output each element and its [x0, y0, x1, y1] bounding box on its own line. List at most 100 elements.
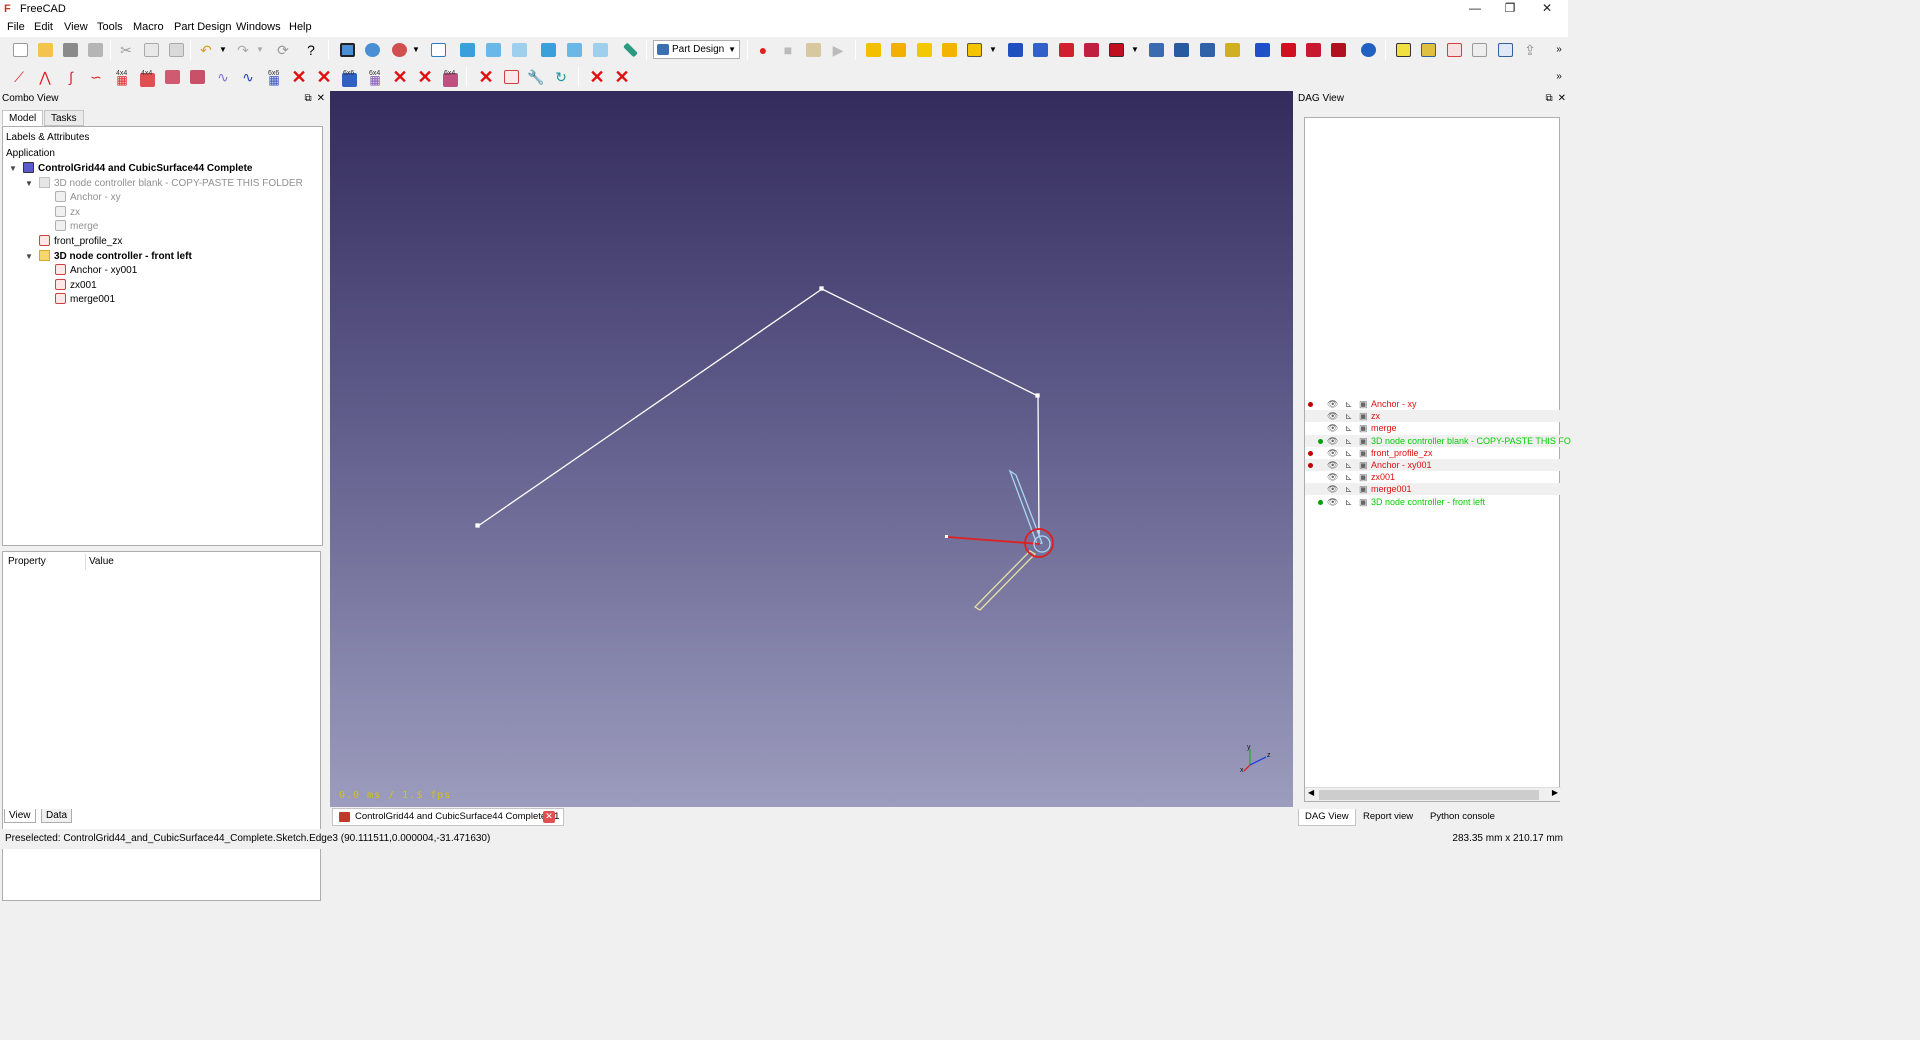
dag-row[interactable]: 👁 ⊾ ▣ merge	[1305, 422, 1561, 434]
export-icon[interactable]: ⇪	[1519, 39, 1541, 61]
menu-macro[interactable]: Macro	[133, 21, 164, 33]
record-macro-icon[interactable]: ●	[752, 39, 774, 61]
cut-icon[interactable]: ✂	[115, 39, 137, 61]
tree-item[interactable]: merge001	[55, 293, 115, 307]
tree-item[interactable]: ▼ ControlGrid44 and CubicSurface44 Comple…	[9, 162, 253, 176]
pocket-icon[interactable]	[1004, 39, 1026, 61]
visibility-icon[interactable]: 👁 ⊾ ▣	[1327, 410, 1369, 422]
wrench-icon[interactable]: 🔧	[525, 66, 547, 88]
fit-selection-icon[interactable]	[361, 39, 383, 61]
surface-b-icon[interactable]	[186, 66, 208, 88]
visibility-icon[interactable]: 👁 ⊾ ▣	[1327, 483, 1369, 495]
visibility-icon[interactable]: 👁 ⊾ ▣	[1327, 398, 1369, 410]
document-tab[interactable]: ControlGrid44 and CubicSurface44 Complet…	[332, 808, 564, 826]
restore-button[interactable]: ❐	[1490, 0, 1530, 19]
revolution-icon[interactable]	[913, 39, 935, 61]
fillet-icon[interactable]	[1251, 39, 1273, 61]
refresh-icon[interactable]: ⟳	[272, 39, 294, 61]
macro-tool-3-icon[interactable]	[1443, 39, 1465, 61]
multitransform-icon[interactable]	[1221, 39, 1243, 61]
menu-edit[interactable]: Edit	[34, 21, 53, 33]
delete-5-icon[interactable]: ✕	[475, 66, 497, 88]
dag-graph[interactable]: 👁 ⊾ ▣ Anchor - xy 👁 ⊾ ▣ zx 👁 ⊾ ▣ merge 👁 ⊾ ▣ 3D…	[1304, 117, 1571, 802]
menu-view[interactable]: View	[64, 21, 88, 33]
scroll-left-icon[interactable]: ◀	[1308, 788, 1314, 797]
macro-tool-5-icon[interactable]	[1494, 39, 1516, 61]
3d-viewport[interactable]: 0.0 ms / 1.$ fps y z x	[330, 91, 1293, 807]
open-icon[interactable]	[34, 39, 56, 61]
dag-row[interactable]: 👁 ⊾ ▣ 3D node controller blank - COPY-PAS…	[1305, 434, 1571, 447]
redo-dropdown-icon[interactable]: ▼	[249, 39, 271, 61]
tree-item[interactable]: zx001	[55, 278, 97, 293]
additive-loft-icon[interactable]	[938, 39, 960, 61]
menu-file[interactable]: File	[7, 21, 25, 33]
grid-6x6-icon[interactable]: 6x6 ▦	[263, 66, 285, 88]
tab-tasks[interactable]: Tasks	[44, 110, 84, 126]
scroll-right-icon[interactable]: ▶	[1552, 788, 1558, 797]
minimize-button[interactable]: —	[1455, 0, 1495, 19]
tree-item[interactable]: Anchor - xy001	[55, 264, 137, 278]
subtractive-dropdown-icon[interactable]: ▼	[1124, 39, 1146, 61]
paste-icon[interactable]	[165, 39, 187, 61]
delete-1-icon[interactable]: ✕	[288, 66, 310, 88]
print-icon[interactable]	[84, 39, 106, 61]
tab-model[interactable]: Model	[2, 110, 44, 126]
toolbar2-overflow-icon[interactable]: »	[1548, 66, 1570, 88]
dag-row[interactable]: 👁 ⊾ ▣ Anchor - xy	[1305, 398, 1561, 410]
bezier-line-icon[interactable]: ⟋	[8, 66, 30, 88]
cubic-curve-2-icon[interactable]: ∽	[85, 66, 107, 88]
macro-tool-4-icon[interactable]	[1468, 39, 1490, 61]
visibility-icon[interactable]: 👁 ⊾ ▣	[1327, 496, 1369, 508]
dag-row[interactable]: 👁 ⊾ ▣ front_profile_zx	[1305, 447, 1561, 459]
thickness-icon[interactable]	[1327, 39, 1349, 61]
view-rear-icon[interactable]	[537, 39, 559, 61]
close-button[interactable]: ✕	[1527, 0, 1567, 19]
delete-3-icon[interactable]: ✕	[389, 66, 411, 88]
close-tab-icon[interactable]: ✕	[543, 811, 555, 823]
menu-help[interactable]: Help	[289, 21, 312, 33]
tree-item[interactable]: Anchor - xy	[55, 191, 121, 205]
tab-dag-view[interactable]: DAG View	[1298, 809, 1356, 826]
hole-icon[interactable]	[1029, 39, 1051, 61]
menu-windows[interactable]: Windows	[236, 21, 281, 33]
horizontal-scrollbar[interactable]: ◀ ▶	[1305, 787, 1561, 801]
mirrored-icon[interactable]	[1145, 39, 1167, 61]
whats-this-icon[interactable]: ?	[300, 39, 322, 61]
macro-tool-1-icon[interactable]	[1392, 39, 1414, 61]
copy-icon[interactable]	[140, 39, 162, 61]
polar-pattern-icon[interactable]	[1196, 39, 1218, 61]
groove-icon[interactable]	[1055, 39, 1077, 61]
tab-python-console[interactable]: Python console	[1424, 809, 1501, 826]
grid-4x4-icon[interactable]: 4x4 ▦	[111, 66, 133, 88]
curve-blue-icon[interactable]: ∿	[237, 66, 259, 88]
measure-icon[interactable]	[619, 39, 641, 61]
grid-6x4-icon[interactable]: 6x4 ▦	[364, 66, 386, 88]
pad-icon[interactable]	[887, 39, 909, 61]
chamfer-icon[interactable]	[1277, 39, 1299, 61]
close-icon[interactable]: ✕	[317, 93, 325, 104]
cubic-curve-icon[interactable]: ∫	[60, 66, 82, 88]
tree-item[interactable]: zx	[55, 205, 80, 220]
view-front-icon[interactable]	[456, 39, 478, 61]
new-document-icon[interactable]	[9, 39, 31, 61]
dag-row[interactable]: 👁 ⊾ ▣ zx001	[1305, 471, 1561, 483]
workbench-selector[interactable]: Part Design ▼	[653, 40, 740, 59]
menu-tools[interactable]: Tools	[97, 21, 123, 33]
surface-4x4-icon[interactable]: 4x4	[136, 66, 158, 88]
expand-arrow-icon[interactable]: ▼	[9, 162, 17, 176]
sketch-tool-icon[interactable]	[500, 66, 522, 88]
draw-style-dropdown-icon[interactable]: ▼	[405, 39, 427, 61]
save-icon[interactable]	[59, 39, 81, 61]
dag-row[interactable]: 👁 ⊾ ▣ 3D node controller - front left	[1305, 496, 1561, 508]
surface-6x6-icon[interactable]: 6x6	[338, 66, 360, 88]
delete-2-icon[interactable]: ✕	[313, 66, 335, 88]
surface-6x4-icon[interactable]: 6x4	[439, 66, 461, 88]
draft-icon[interactable]	[1302, 39, 1324, 61]
stop-macro-icon[interactable]: ■	[777, 39, 799, 61]
float-icon[interactable]: ⧉	[1545, 93, 1552, 104]
tree-item[interactable]: merge	[55, 220, 98, 234]
visibility-icon[interactable]: 👁 ⊾ ▣	[1327, 471, 1369, 483]
visibility-icon[interactable]: 👁 ⊾ ▣	[1327, 422, 1369, 434]
curve-purple-icon[interactable]: ∿	[212, 66, 234, 88]
edit-macro-icon[interactable]	[802, 39, 824, 61]
